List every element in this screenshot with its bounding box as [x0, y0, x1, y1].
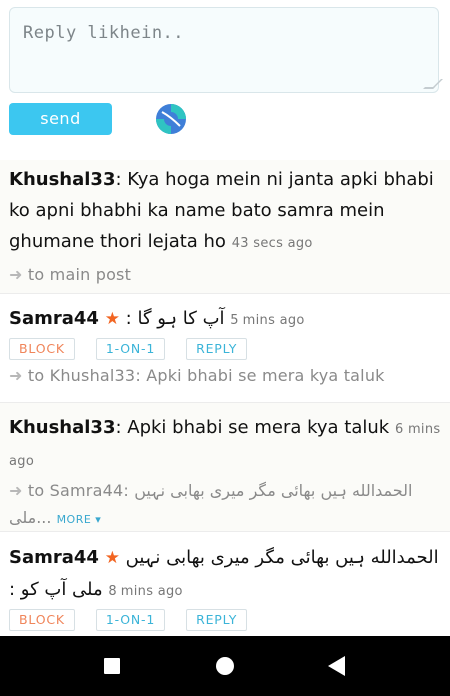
reply-button[interactable]: REPLY — [186, 338, 248, 360]
arrow-right-icon: ➜ — [9, 366, 23, 385]
timestamp: 43 secs ago — [231, 236, 313, 251]
reply-reference[interactable]: ➜ to Khushal33: Apki bhabi se mera kya t… — [9, 362, 441, 390]
timestamp: 8 mins ago — [108, 584, 183, 599]
more-toggle[interactable]: MORE ▾ — [57, 513, 102, 526]
arrow-right-icon: ➜ — [9, 265, 23, 284]
reply-placeholder: Reply likhein.. — [23, 23, 185, 43]
action-bar: BLOCK 1-ON-1 REPLY — [9, 609, 441, 631]
back-icon[interactable] — [328, 656, 345, 676]
send-button[interactable]: send — [9, 103, 112, 135]
list-item: Khushal33: Apki bhabi se mera kya taluk … — [0, 403, 450, 532]
recents-icon[interactable] — [104, 658, 120, 674]
star-icon: ★ — [104, 548, 120, 568]
loading-spinner-icon — [156, 104, 186, 134]
block-button[interactable]: BLOCK — [9, 609, 75, 631]
resize-handle[interactable] — [423, 79, 443, 89]
message-text: Khushal33: Kya hoga mein ni janta apki b… — [9, 164, 441, 259]
list-item: Khushal33: Kya hoga mein ni janta apki b… — [0, 160, 450, 294]
star-icon: ★ — [104, 309, 120, 329]
one-on-one-button[interactable]: 1-ON-1 — [95, 609, 166, 631]
message-text: Samra44 ★ آپ کا ہو گا : 5 mins ago — [9, 304, 441, 336]
message-body: آپ کا ہو گا : — [125, 308, 225, 329]
username[interactable]: Samra44 — [9, 547, 99, 568]
message-body: : Apki bhabi se mera kya taluk — [115, 417, 390, 438]
reply-reference[interactable]: ➜ to main post — [9, 261, 441, 289]
home-icon[interactable] — [216, 657, 234, 675]
list-item: Samra44 ★ آپ کا ہو گا : 5 mins ago BLOCK… — [0, 294, 450, 403]
username[interactable]: Khushal33 — [9, 417, 115, 438]
list-item: Samra44 ★ الحمدالله ہیں بھائی مگر میری ب… — [0, 532, 450, 636]
username[interactable]: Samra44 — [9, 308, 99, 329]
timestamp: 5 mins ago — [230, 313, 305, 328]
block-button[interactable]: BLOCK — [9, 338, 75, 360]
one-on-one-button[interactable]: 1-ON-1 — [95, 338, 166, 360]
reply-reference[interactable]: ➜ to Samra44: الحمدالله ہیں بھائی مگر می… — [9, 477, 441, 533]
message-text: Samra44 ★ الحمدالله ہیں بھائی مگر میری ب… — [9, 542, 441, 608]
reference-text: to main post — [27, 265, 132, 284]
action-bar: BLOCK 1-ON-1 REPLY — [9, 338, 441, 360]
reference-text: to Khushal33: Apki bhabi se mera kya tal… — [27, 366, 385, 385]
reply-button[interactable]: REPLY — [186, 609, 248, 631]
arrow-right-icon: ➜ — [9, 481, 23, 500]
reply-input[interactable]: Reply likhein.. — [9, 7, 443, 93]
message-text: Khushal33: Apki bhabi se mera kya taluk … — [9, 413, 441, 477]
username[interactable]: Khushal33 — [9, 169, 115, 190]
